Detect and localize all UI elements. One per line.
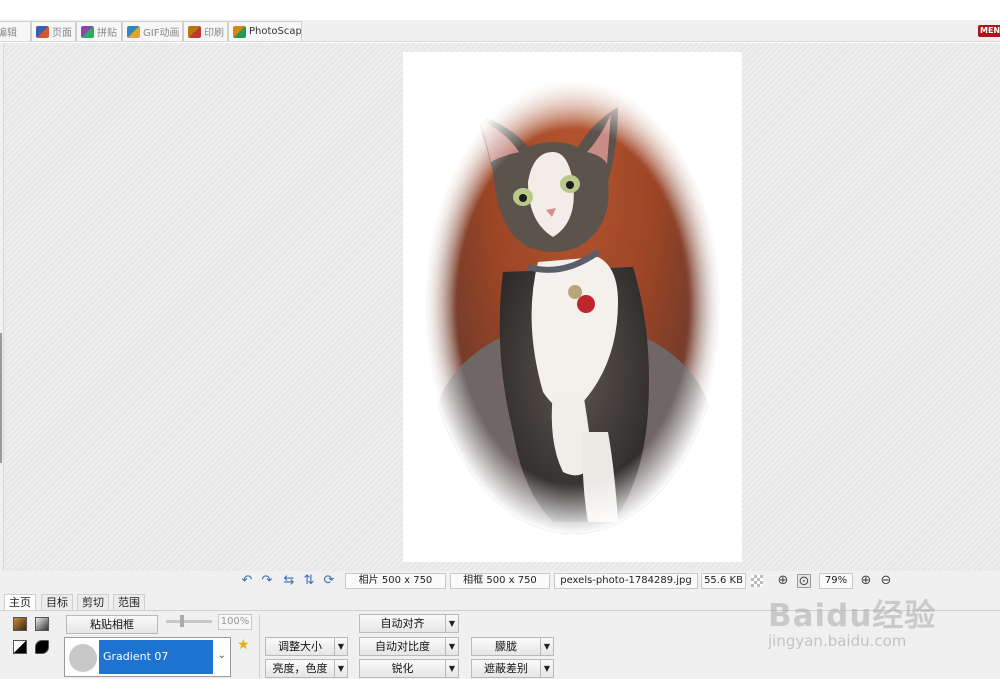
tab-edit-label: 编辑 (0, 28, 17, 39)
rotate-right-icon[interactable]: ↷ (260, 574, 274, 588)
tab-photoscape-label: PhotoScape (249, 26, 302, 37)
gif-tab-icon (127, 25, 140, 38)
flip-horizontal-icon[interactable]: ⇆ (282, 574, 296, 588)
tab-edit[interactable]: 编辑 (0, 21, 31, 41)
photoscape-tab-icon (233, 25, 246, 38)
tab-crop[interactable]: 剪切 (77, 594, 109, 611)
zoom-fit-icon[interactable]: ⊕ (776, 574, 790, 588)
shape-swatch[interactable] (35, 640, 49, 654)
tab-home[interactable]: 主页 (4, 594, 36, 611)
auto-level-button[interactable]: 自动对齐 (359, 614, 446, 633)
rotate-left-icon[interactable]: ↶ (240, 574, 254, 588)
zoom-level-field[interactable]: 79% (819, 573, 853, 589)
opacity-slider-knob[interactable] (180, 615, 184, 627)
brightness-button[interactable]: 亮度，色度 (265, 659, 335, 678)
tab-gif[interactable]: GIF动画 (122, 21, 183, 41)
backlight-dropdown[interactable]: ▼ (540, 659, 554, 678)
sharpen-button[interactable]: 锐化 (359, 659, 446, 678)
tab-combine-label: 拼贴 (97, 28, 117, 39)
title-strip (0, 0, 1000, 20)
panel-separator (259, 614, 260, 678)
combine-tab-icon (81, 25, 94, 38)
opacity-field[interactable]: 100% (218, 614, 252, 630)
zoom-out-icon[interactable]: ⊖ (879, 574, 893, 588)
page-tab-icon (36, 25, 49, 38)
zoom-in-icon[interactable]: ⊕ (859, 574, 873, 588)
chevron-down-icon[interactable]: ⌄ (218, 650, 226, 661)
tab-page[interactable]: 页面 (31, 21, 76, 41)
opacity-slider[interactable] (166, 615, 212, 627)
favorite-star-icon[interactable]: ★ (237, 637, 250, 653)
resize-dropdown[interactable]: ▼ (334, 637, 348, 656)
tab-photoscape[interactable]: PhotoScape (228, 21, 302, 41)
backlight-button[interactable]: 遮蔽差别 (471, 659, 541, 678)
module-tab-bar: 编辑 页面 拼贴 GIF动画 印刷 PhotoScape (0, 20, 1000, 42)
tab-print[interactable]: 印刷 (183, 21, 228, 41)
auto-contrast-dropdown[interactable]: ▼ (445, 637, 459, 656)
photo-canvas[interactable] (403, 52, 742, 562)
tab-object[interactable]: 目标 (41, 594, 73, 611)
sharpen-dropdown[interactable]: ▼ (445, 659, 459, 678)
filesize-field: 55.6 KB (701, 573, 746, 589)
frame-selected-label: Gradient 07 (99, 640, 213, 674)
panel-tab-divider (0, 610, 1000, 611)
splitter-handle[interactable] (0, 333, 2, 463)
cat-photo (403, 52, 742, 562)
frame-size-field: 相框 500 x 750 (450, 573, 550, 589)
transparency-icon[interactable] (751, 575, 763, 587)
frame-select[interactable]: Gradient 07 ⌄ (64, 637, 231, 677)
print-tab-icon (188, 25, 201, 38)
tab-scope[interactable]: 范围 (113, 594, 145, 611)
blur-dropdown[interactable]: ▼ (540, 637, 554, 656)
photo-size-field: 相片 500 x 750 (345, 573, 446, 589)
auto-level-dropdown[interactable]: ▼ (445, 614, 459, 633)
tab-gif-label: GIF动画 (143, 28, 180, 39)
zoom-actual-icon[interactable]: ⊙ (797, 574, 811, 589)
gradient-swatch[interactable] (35, 617, 49, 631)
filename-field: pexels-photo-1784289.jpg (554, 573, 698, 589)
frame-color-swatch[interactable] (13, 617, 27, 631)
blur-button[interactable]: 朦胧 (471, 637, 541, 656)
menu-button[interactable]: MENU (978, 25, 1000, 37)
brightness-dropdown[interactable]: ▼ (334, 659, 348, 678)
frame-preview-thumb (69, 644, 97, 672)
resize-button[interactable]: 调整大小 (265, 637, 335, 656)
tab-page-label: 页面 (52, 28, 72, 39)
status-bar: ↶ ↷ ⇆ ⇅ ⟳ 相片 500 x 750 相框 500 x 750 pexe… (0, 571, 1000, 591)
invert-swatch[interactable] (13, 640, 27, 654)
photoscape-window: 编辑 页面 拼贴 GIF动画 印刷 PhotoScape MENU (0, 0, 1000, 679)
flip-vertical-icon[interactable]: ⇅ (302, 574, 316, 588)
rotate-arbitrary-icon[interactable]: ⟳ (322, 574, 336, 588)
auto-contrast-button[interactable]: 自动对比度 (359, 637, 446, 656)
tab-combine[interactable]: 拼贴 (76, 21, 122, 41)
tab-print-label: 印刷 (204, 28, 224, 39)
paste-frame-button[interactable]: 粘贴相框 (66, 615, 158, 634)
